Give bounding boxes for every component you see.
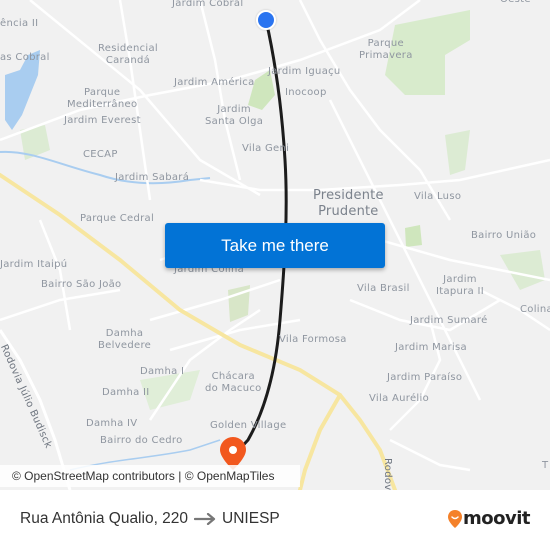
map-label-parque-mediterraneo: Parque Mediterrâneo <box>67 87 138 110</box>
map-label-damha-ii: Damha II <box>102 387 150 398</box>
map-label-jardim-itapura-ii: Jardim Itapura II <box>436 274 484 297</box>
map-label-jardim-sabara: Jardim Sabará <box>115 172 190 183</box>
map-label-jardim-america: Jardim América <box>174 77 255 88</box>
map-road-label-rodovia: Rodovia <box>382 458 393 490</box>
map-attribution[interactable]: © OpenStreetMap contributors | © OpenMap… <box>0 465 300 487</box>
map-label-jardim-everest: Jardim Everest <box>64 115 141 126</box>
park-area <box>500 250 545 290</box>
map-label-city-presidente-prudente: Presidente Prudente <box>313 188 384 219</box>
map-label-jardim-santa-olga: Jardim Santa Olga <box>205 104 264 127</box>
map[interactable]: Jardim Cobral ência II as Cobral Residen… <box>0 0 550 490</box>
map-label-vila-brasil: Vila Brasil <box>357 283 410 294</box>
moovit-logo[interactable]: moovit <box>447 508 531 529</box>
take-me-there-button[interactable]: Take me there <box>165 223 385 268</box>
map-label-chacara-do-macuco: Chácara do Macuco <box>205 371 262 394</box>
map-label-jardim-sumare: Jardim Sumaré <box>410 315 488 326</box>
moovit-wordmark: moovit <box>463 508 531 529</box>
map-label-bairro-uniao: Bairro União <box>471 230 537 241</box>
map-label-cobral-west: as Cobral <box>0 52 50 63</box>
map-label-golden-village: Golden Village <box>210 420 287 431</box>
map-label-bairro-do-cedro: Bairro do Cedro <box>100 435 183 446</box>
map-label-vila-luso: Vila Luso <box>414 191 462 202</box>
map-label-damha-iv: Damha IV <box>86 418 138 429</box>
map-label-colina: Colina <box>520 304 550 315</box>
footer-bar: Rua Antônia Qualio, 220 UNIESP moovit <box>0 490 550 550</box>
map-label-jardim-cobral: Jardim Cobral <box>172 0 244 9</box>
map-label-vila-aurelio: Vila Aurélio <box>369 393 429 404</box>
map-label-damha-belvedere: Damha Belvedere <box>98 328 152 351</box>
highway <box>298 393 342 490</box>
origin-label: Rua Antônia Qualio, 220 <box>20 510 189 527</box>
map-label-vila-geni: Vila Geni <box>242 143 290 154</box>
arrow-right-icon <box>194 513 216 525</box>
map-label-cecap: CECAP <box>83 149 118 160</box>
map-label-inocoop: Inocoop <box>285 87 327 98</box>
map-label-damha-i: Damha I <box>140 366 185 377</box>
map-label-jardim-marisa: Jardim Marisa <box>395 342 467 353</box>
map-label-parque-primavera: Parque Primavera <box>359 38 413 61</box>
route-summary: Rua Antônia Qualio, 220 UNIESP <box>20 510 280 528</box>
map-label-vila-formosa: Vila Formosa <box>279 334 347 345</box>
park-area <box>405 225 422 247</box>
map-label-jardim-iguacu: Jardim Iguaçu <box>268 66 341 77</box>
map-label-residencial-caranda: Residencial Carandá <box>98 43 158 66</box>
map-label-residencia-ii: ência II <box>0 18 39 29</box>
origin-marker[interactable] <box>256 10 276 30</box>
destination-label: UNIESP <box>222 510 280 527</box>
map-label-jardim-paraiso: Jardim Paraíso <box>387 372 463 383</box>
map-label-bairro-sao-joao: Bairro São João <box>41 279 122 290</box>
map-label-t-edge: T <box>542 460 549 471</box>
map-label-jardim-itaipu: Jardim Itaipú <box>0 259 68 270</box>
park-area <box>445 130 470 175</box>
moovit-pin-icon <box>448 509 462 528</box>
map-label-parque-cedral: Parque Cedral <box>80 213 155 224</box>
map-label-oeste: Oeste <box>500 0 531 6</box>
